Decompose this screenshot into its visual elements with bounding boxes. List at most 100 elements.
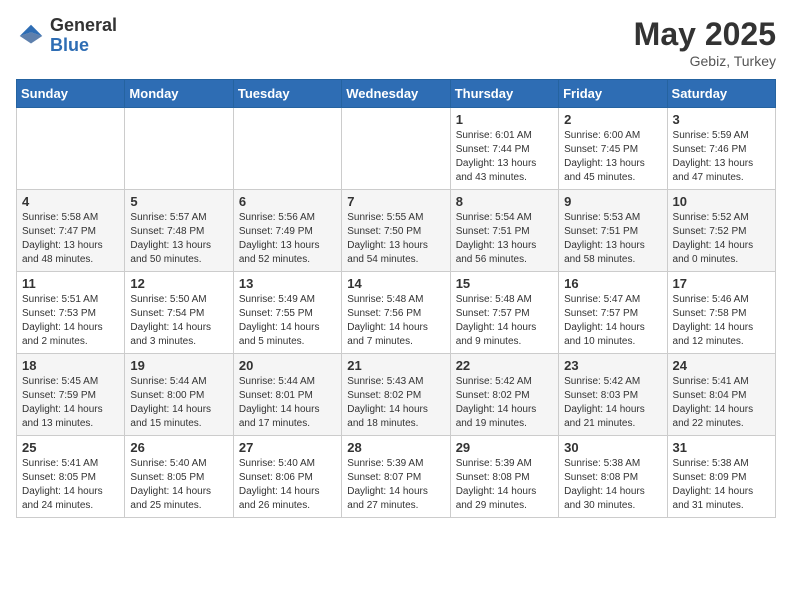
calendar-cell: 4 Sunrise: 5:58 AM Sunset: 7:47 PM Daylig… (17, 190, 125, 272)
calendar-cell (17, 108, 125, 190)
calendar-week-row: 18Sunrise: 5:45 AM Sunset: 7:59 PM Dayli… (17, 354, 776, 436)
calendar-week-row: 1 Sunrise: 6:01 AM Sunset: 7:44 PM Daylig… (17, 108, 776, 190)
day-number: 29 (456, 440, 553, 455)
day-number: 15 (456, 276, 553, 291)
day-number: 12 (130, 276, 227, 291)
day-number: 8 (456, 194, 553, 209)
weekday-header-row: SundayMondayTuesdayWednesdayThursdayFrid… (17, 80, 776, 108)
calendar-cell: 14 Sunrise: 5:48 AM Sunset: 7:56 PM Dayli… (342, 272, 450, 354)
day-number: 2 (564, 112, 661, 127)
calendar-cell: 18Sunrise: 5:45 AM Sunset: 7:59 PM Dayli… (17, 354, 125, 436)
calendar-week-row: 4 Sunrise: 5:58 AM Sunset: 7:47 PM Daylig… (17, 190, 776, 272)
calendar-cell: 3Sunrise: 5:59 AM Sunset: 7:46 PM Daylig… (667, 108, 775, 190)
calendar-cell: 21 Sunrise: 5:43 AM Sunset: 8:02 PM Dayli… (342, 354, 450, 436)
calendar-cell: 31 Sunrise: 5:38 AM Sunset: 8:09 PM Dayli… (667, 436, 775, 518)
day-number: 26 (130, 440, 227, 455)
day-info: Sunrise: 5:56 AM Sunset: 7:49 PM Dayligh… (239, 211, 336, 267)
day-info: Sunrise: 5:42 AM Sunset: 8:02 PM Dayligh… (456, 375, 553, 431)
day-number: 17 (673, 276, 770, 291)
logo-general-text: General (50, 16, 117, 36)
day-number: 21 (347, 358, 444, 373)
logo-icon (16, 21, 46, 51)
day-number: 23 (564, 358, 661, 373)
weekday-header-tuesday: Tuesday (233, 80, 341, 108)
day-info: Sunrise: 5:54 AM Sunset: 7:51 PM Dayligh… (456, 211, 553, 267)
day-number: 27 (239, 440, 336, 455)
calendar-cell: 13 Sunrise: 5:49 AM Sunset: 7:55 PM Dayli… (233, 272, 341, 354)
calendar-cell: 8 Sunrise: 5:54 AM Sunset: 7:51 PM Daylig… (450, 190, 558, 272)
calendar-cell: 7 Sunrise: 5:55 AM Sunset: 7:50 PM Daylig… (342, 190, 450, 272)
day-number: 24 (673, 358, 770, 373)
day-number: 1 (456, 112, 553, 127)
day-number: 7 (347, 194, 444, 209)
day-number: 6 (239, 194, 336, 209)
day-number: 25 (22, 440, 119, 455)
day-info: Sunrise: 5:39 AM Sunset: 8:07 PM Dayligh… (347, 457, 444, 513)
day-number: 13 (239, 276, 336, 291)
calendar-cell: 1 Sunrise: 6:01 AM Sunset: 7:44 PM Daylig… (450, 108, 558, 190)
day-info: Sunrise: 5:44 AM Sunset: 8:01 PM Dayligh… (239, 375, 336, 431)
calendar-week-row: 11 Sunrise: 5:51 AM Sunset: 7:53 PM Dayli… (17, 272, 776, 354)
day-info: Sunrise: 5:41 AM Sunset: 8:04 PM Dayligh… (673, 375, 770, 431)
day-info: Sunrise: 5:40 AM Sunset: 8:05 PM Dayligh… (130, 457, 227, 513)
calendar-cell: 26 Sunrise: 5:40 AM Sunset: 8:05 PM Dayli… (125, 436, 233, 518)
day-number: 11 (22, 276, 119, 291)
day-number: 31 (673, 440, 770, 455)
calendar-table: SundayMondayTuesdayWednesdayThursdayFrid… (16, 79, 776, 518)
weekday-header-thursday: Thursday (450, 80, 558, 108)
day-info: Sunrise: 5:43 AM Sunset: 8:02 PM Dayligh… (347, 375, 444, 431)
calendar-cell: 27 Sunrise: 5:40 AM Sunset: 8:06 PM Dayli… (233, 436, 341, 518)
calendar-cell: 10 Sunrise: 5:52 AM Sunset: 7:52 PM Dayli… (667, 190, 775, 272)
calendar-cell (342, 108, 450, 190)
weekday-header-monday: Monday (125, 80, 233, 108)
calendar-cell: 17 Sunrise: 5:46 AM Sunset: 7:58 PM Dayli… (667, 272, 775, 354)
day-number: 22 (456, 358, 553, 373)
calendar-cell: 24 Sunrise: 5:41 AM Sunset: 8:04 PM Dayli… (667, 354, 775, 436)
day-info: Sunrise: 6:00 AM Sunset: 7:45 PM Dayligh… (564, 129, 661, 185)
logo: General Blue (16, 16, 117, 56)
day-info: Sunrise: 5:51 AM Sunset: 7:53 PM Dayligh… (22, 293, 119, 349)
day-info: Sunrise: 5:52 AM Sunset: 7:52 PM Dayligh… (673, 211, 770, 267)
day-info: Sunrise: 5:47 AM Sunset: 7:57 PM Dayligh… (564, 293, 661, 349)
day-info: Sunrise: 5:58 AM Sunset: 7:47 PM Dayligh… (22, 211, 119, 267)
day-info: Sunrise: 5:59 AM Sunset: 7:46 PM Dayligh… (673, 129, 770, 185)
day-info: Sunrise: 5:41 AM Sunset: 8:05 PM Dayligh… (22, 457, 119, 513)
day-info: Sunrise: 5:46 AM Sunset: 7:58 PM Dayligh… (673, 293, 770, 349)
day-info: Sunrise: 5:48 AM Sunset: 7:56 PM Dayligh… (347, 293, 444, 349)
day-info: Sunrise: 6:01 AM Sunset: 7:44 PM Dayligh… (456, 129, 553, 185)
day-number: 19 (130, 358, 227, 373)
weekday-header-wednesday: Wednesday (342, 80, 450, 108)
day-number: 16 (564, 276, 661, 291)
day-info: Sunrise: 5:50 AM Sunset: 7:54 PM Dayligh… (130, 293, 227, 349)
calendar-cell: 30Sunrise: 5:38 AM Sunset: 8:08 PM Dayli… (559, 436, 667, 518)
day-info: Sunrise: 5:57 AM Sunset: 7:48 PM Dayligh… (130, 211, 227, 267)
calendar-cell: 19 Sunrise: 5:44 AM Sunset: 8:00 PM Dayli… (125, 354, 233, 436)
day-number: 10 (673, 194, 770, 209)
day-info: Sunrise: 5:55 AM Sunset: 7:50 PM Dayligh… (347, 211, 444, 267)
title-area: May 2025 Gebiz, Turkey (634, 16, 776, 69)
day-info: Sunrise: 5:53 AM Sunset: 7:51 PM Dayligh… (564, 211, 661, 267)
day-number: 4 (22, 194, 119, 209)
logo-blue-text: Blue (50, 36, 117, 56)
calendar-cell: 15 Sunrise: 5:48 AM Sunset: 7:57 PM Dayli… (450, 272, 558, 354)
location-text: Gebiz, Turkey (634, 53, 776, 69)
calendar-cell: 22 Sunrise: 5:42 AM Sunset: 8:02 PM Dayli… (450, 354, 558, 436)
day-number: 14 (347, 276, 444, 291)
page-header: General Blue May 2025 Gebiz, Turkey (16, 16, 776, 69)
day-info: Sunrise: 5:38 AM Sunset: 8:09 PM Dayligh… (673, 457, 770, 513)
calendar-cell: 20 Sunrise: 5:44 AM Sunset: 8:01 PM Dayli… (233, 354, 341, 436)
day-info: Sunrise: 5:39 AM Sunset: 8:08 PM Dayligh… (456, 457, 553, 513)
calendar-cell: 25 Sunrise: 5:41 AM Sunset: 8:05 PM Dayli… (17, 436, 125, 518)
calendar-cell: 11 Sunrise: 5:51 AM Sunset: 7:53 PM Dayli… (17, 272, 125, 354)
calendar-week-row: 25 Sunrise: 5:41 AM Sunset: 8:05 PM Dayli… (17, 436, 776, 518)
day-info: Sunrise: 5:49 AM Sunset: 7:55 PM Dayligh… (239, 293, 336, 349)
day-info: Sunrise: 5:48 AM Sunset: 7:57 PM Dayligh… (456, 293, 553, 349)
day-number: 9 (564, 194, 661, 209)
calendar-cell: 5Sunrise: 5:57 AM Sunset: 7:48 PM Daylig… (125, 190, 233, 272)
day-info: Sunrise: 5:38 AM Sunset: 8:08 PM Dayligh… (564, 457, 661, 513)
calendar-cell: 29 Sunrise: 5:39 AM Sunset: 8:08 PM Dayli… (450, 436, 558, 518)
day-info: Sunrise: 5:40 AM Sunset: 8:06 PM Dayligh… (239, 457, 336, 513)
day-number: 28 (347, 440, 444, 455)
day-info: Sunrise: 5:44 AM Sunset: 8:00 PM Dayligh… (130, 375, 227, 431)
day-number: 20 (239, 358, 336, 373)
